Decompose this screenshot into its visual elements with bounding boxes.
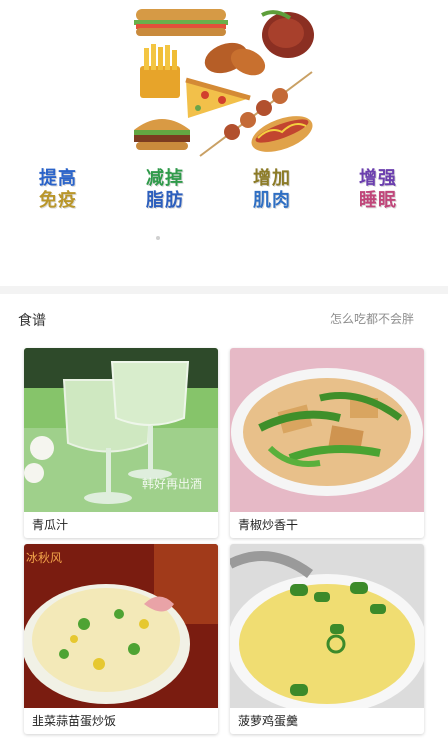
burger-icon <box>134 119 190 150</box>
category-line1: 增加 <box>253 168 291 189</box>
image-watermark: 韩好再出酒 <box>142 476 202 491</box>
recipe-card[interactable]: 冰秋风 韭菜蒜苗蛋炒饭 <box>24 544 218 734</box>
recipe-image-fried-rice: 冰秋风 <box>24 544 218 708</box>
recipe-card[interactable]: 菠萝鸡蛋羹 <box>230 544 424 734</box>
category-buttons: 提高 免疫 减掉 脂肪 增加 肌肉 增强 睡眠 <box>0 168 448 228</box>
category-boost-immunity[interactable]: 提高 免疫 <box>18 168 98 228</box>
recipe-name: 青瓜汁 <box>32 518 69 532</box>
category-line2: 免疫 <box>39 190 77 211</box>
recipe-card[interactable]: 韩好再出酒 青瓜汁 <box>24 348 218 538</box>
section-title: 食谱 <box>18 313 46 329</box>
recipe-image-pepper-tofu <box>230 348 424 512</box>
category-line1: 减掉 <box>146 168 184 189</box>
recipe-name: 韭菜蒜苗蛋炒饭 <box>32 714 117 728</box>
recipe-card[interactable]: 青椒炒香干 <box>230 348 424 538</box>
recipe-name: 青椒炒香干 <box>238 518 299 532</box>
sandwich-icon <box>134 9 228 36</box>
category-line1: 提高 <box>39 168 77 189</box>
fries-icon <box>140 44 180 98</box>
category-improve-sleep[interactable]: 增强 睡眠 <box>338 168 418 228</box>
hot-dog-icon <box>251 116 313 152</box>
food-banner[interactable] <box>0 0 448 160</box>
pizza-icon <box>185 77 251 118</box>
chicken-wing-icon <box>204 42 266 76</box>
section-divider <box>0 286 448 294</box>
recipe-image-egg-custard <box>230 544 424 708</box>
category-line2: 睡眠 <box>359 190 397 211</box>
category-lose-fat[interactable]: 减掉 脂肪 <box>125 168 205 228</box>
category-line2: 肌肉 <box>253 190 291 211</box>
category-line2: 脂肪 <box>146 190 184 211</box>
pager-indicator <box>156 236 160 240</box>
steak-icon <box>261 10 314 58</box>
recipe-name: 菠萝鸡蛋羹 <box>238 714 299 728</box>
recipe-image-cucumber-juice: 韩好再出酒 <box>24 348 218 512</box>
category-line1: 增强 <box>359 168 397 189</box>
image-watermark: 冰秋风 <box>26 551 62 565</box>
section-subtitle[interactable]: 怎么吃都不会胖 <box>330 310 414 327</box>
category-gain-muscle[interactable]: 增加 肌肉 <box>232 168 312 228</box>
